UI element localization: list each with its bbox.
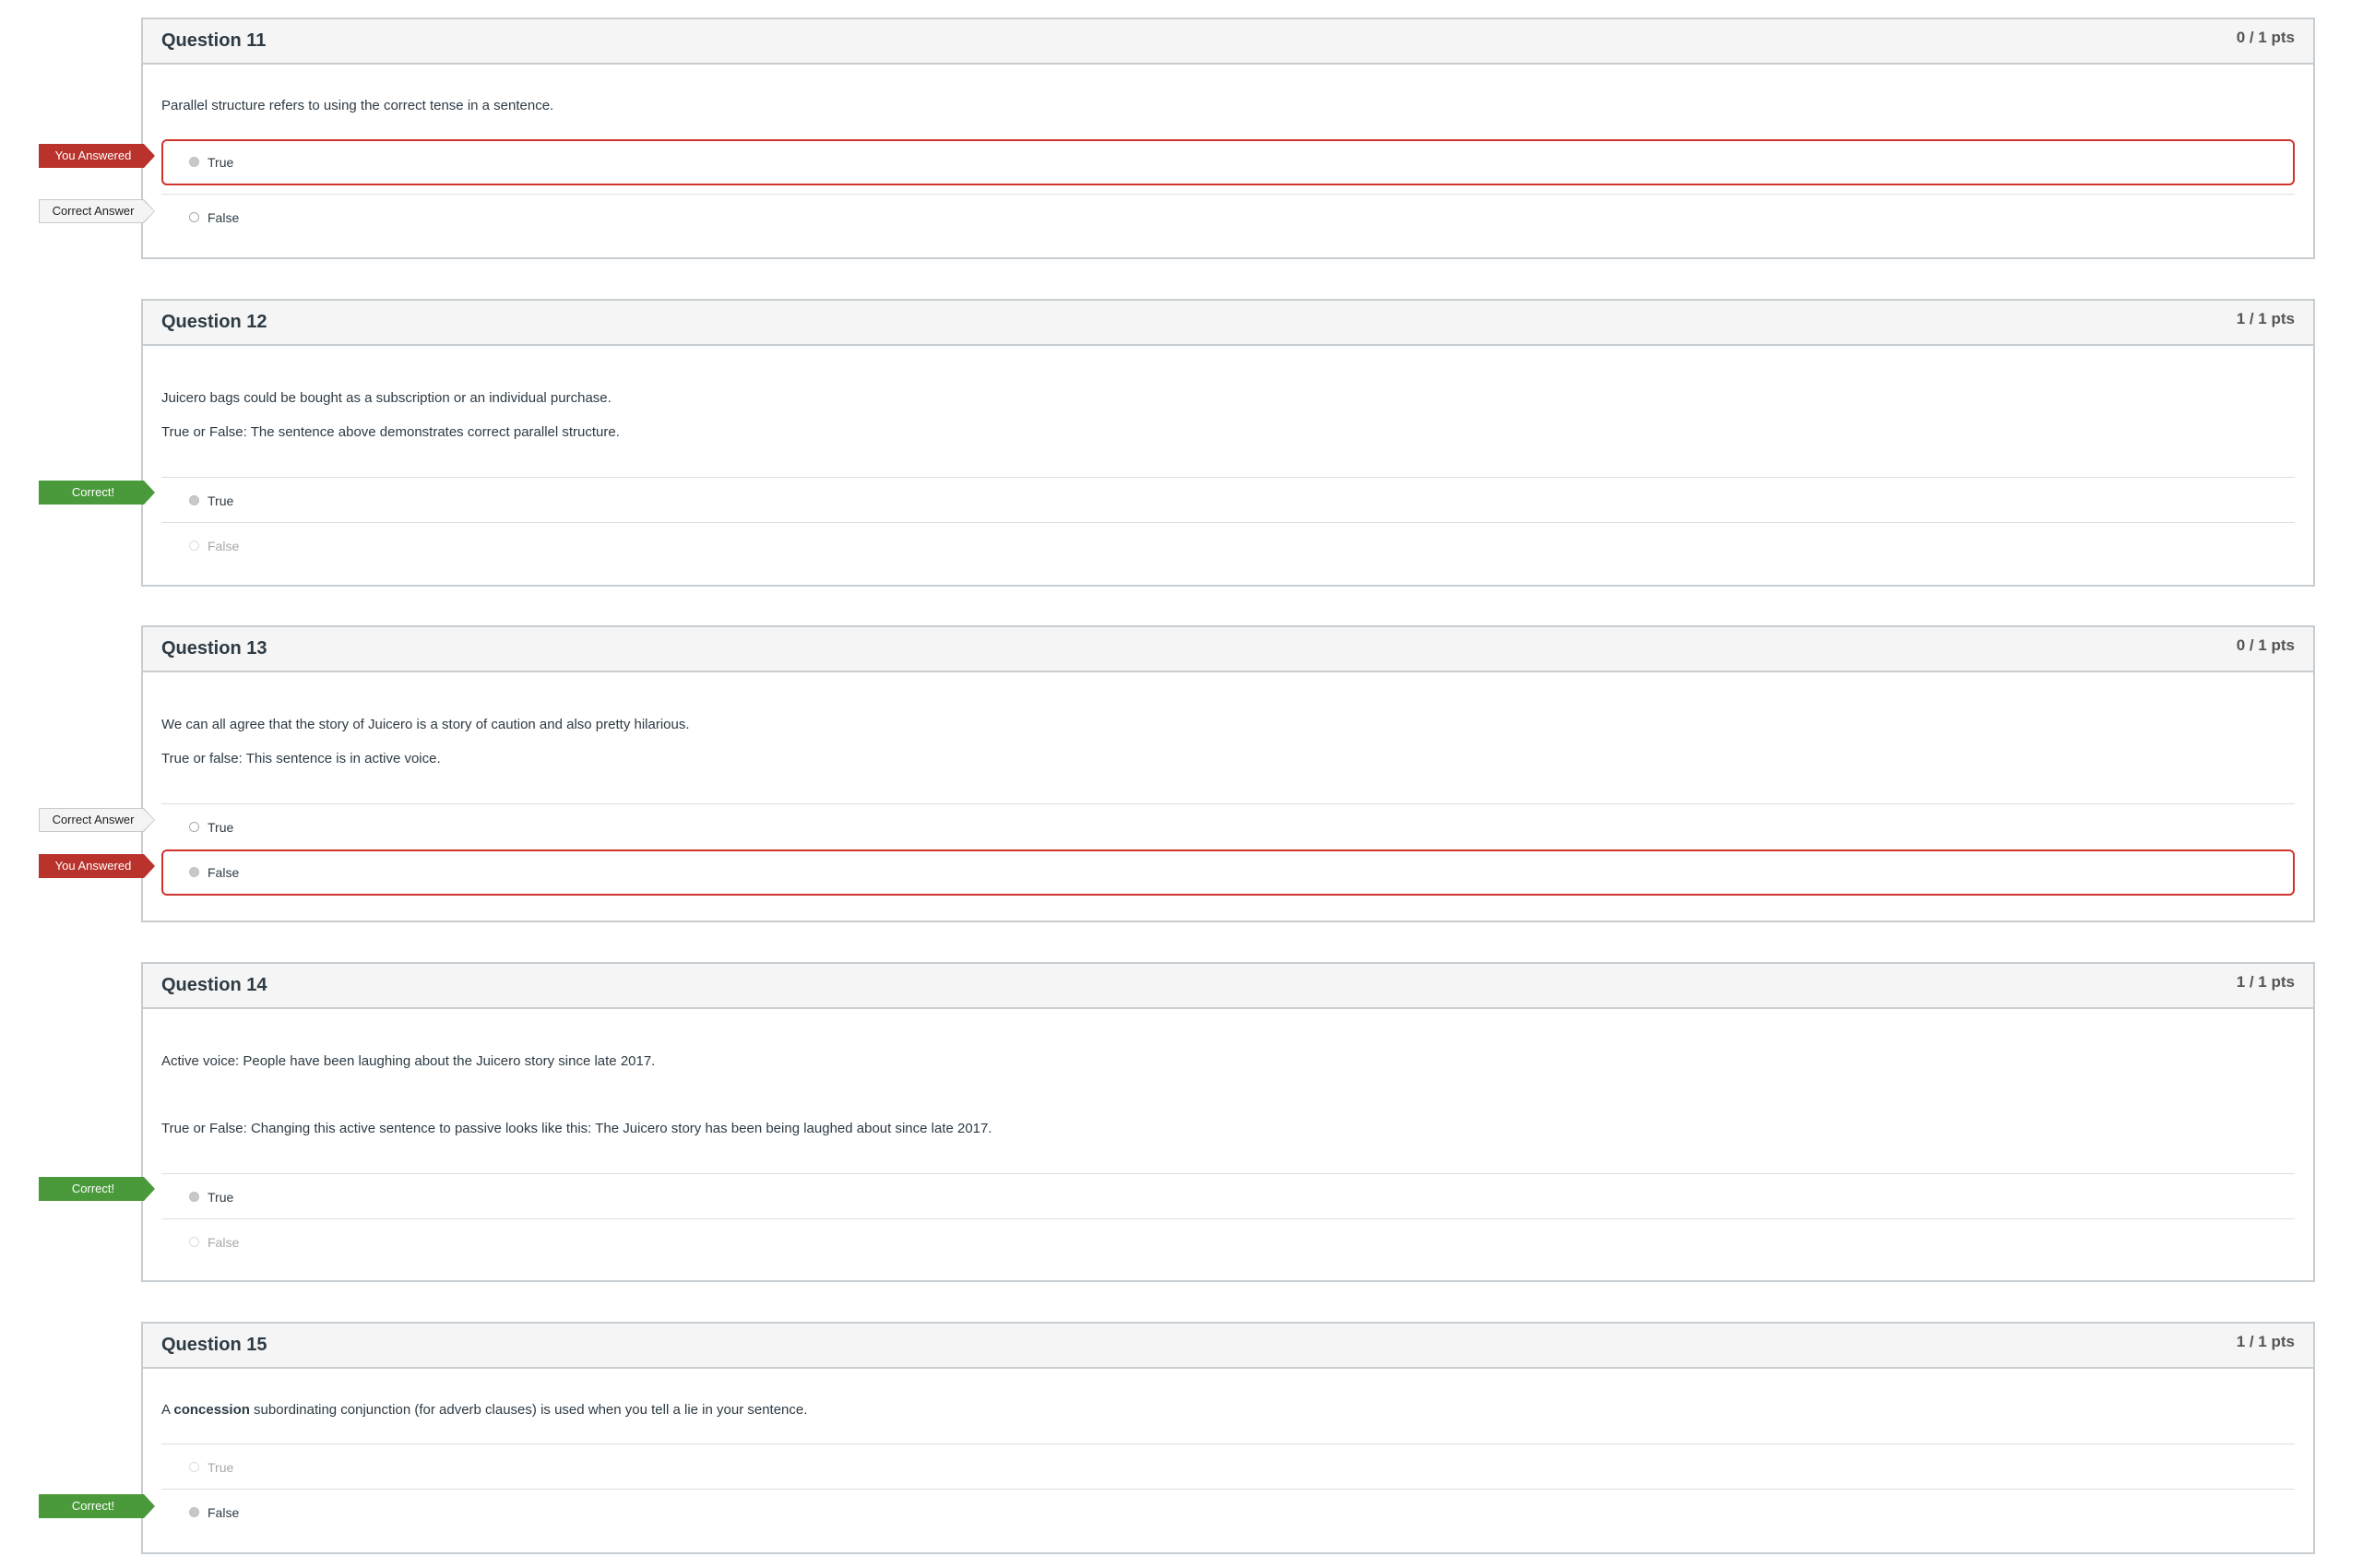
question-title: Question 15 [161, 1335, 267, 1355]
correct-answer-tag: Correct Answer [39, 808, 155, 832]
question-points: 1 / 1 pts [2236, 973, 2295, 991]
correct-tag: Correct! [39, 481, 155, 505]
radio-unselected-icon[interactable] [189, 540, 199, 551]
answer-option-true[interactable]: True [161, 1444, 2295, 1491]
answer-label: True [208, 1190, 234, 1205]
question-points: 1 / 1 pts [2236, 1333, 2295, 1350]
answer-label: True [208, 155, 234, 170]
question-header: Question 14 1 / 1 pts [143, 964, 2313, 1009]
question-text: True or False: The sentence above demons… [161, 424, 620, 440]
question-header: Question 15 1 / 1 pts [143, 1324, 2313, 1369]
question-text: True or False: Changing this active sent… [161, 1121, 992, 1136]
answer-label: False [208, 210, 240, 225]
emphasis-term: concession [173, 1402, 250, 1418]
radio-selected-icon[interactable] [189, 1192, 199, 1202]
question-title: Question 12 [161, 312, 267, 332]
answer-option-false[interactable]: False [161, 1490, 2295, 1536]
answer-option-true[interactable]: True [161, 804, 2295, 850]
answer-option-false[interactable]: False [161, 849, 2295, 896]
question-title: Question 11 [161, 30, 267, 51]
you-answered-tag: You Answered [39, 144, 155, 168]
question-12: Question 12 1 / 1 pts Juicero bags could… [141, 299, 2315, 587]
radio-selected-icon[interactable] [189, 1507, 199, 1517]
question-header: Question 13 0 / 1 pts [143, 627, 2313, 672]
question-title: Question 13 [161, 638, 267, 659]
you-answered-tag: You Answered [39, 854, 155, 878]
answer-option-false[interactable]: False [161, 195, 2295, 241]
answer-option-true[interactable]: True [161, 478, 2295, 524]
question-text: We can all agree that the story of Juice… [161, 717, 690, 732]
answer-label: False [208, 1505, 240, 1520]
answer-option-true[interactable]: True [161, 139, 2295, 185]
answer-label: True [208, 493, 234, 508]
radio-unselected-icon[interactable] [189, 1462, 199, 1472]
answer-option-false[interactable]: False [161, 523, 2295, 569]
radio-selected-icon[interactable] [189, 157, 199, 167]
correct-answer-tag: Correct Answer [39, 199, 155, 223]
answer-label: False [208, 539, 240, 553]
question-text: Juicero bags could be bought as a subscr… [161, 390, 612, 406]
question-text: Active voice: People have been laughing … [161, 1053, 656, 1069]
answer-label: False [208, 1235, 240, 1250]
radio-selected-icon[interactable] [189, 867, 199, 877]
question-header: Question 12 1 / 1 pts [143, 301, 2313, 346]
question-14: Question 14 1 / 1 pts Active voice: Peop… [141, 962, 2315, 1282]
answer-label: True [208, 1460, 234, 1475]
answer-option-false[interactable]: False [161, 1219, 2295, 1265]
question-15: Question 15 1 / 1 pts A concession subor… [141, 1322, 2315, 1554]
correct-tag: Correct! [39, 1177, 155, 1201]
answer-label: False [208, 865, 240, 880]
answer-option-true[interactable]: True [161, 1174, 2295, 1220]
question-header: Question 11 0 / 1 pts [143, 19, 2313, 65]
answer-label: True [208, 820, 234, 835]
question-points: 0 / 1 pts [2236, 636, 2295, 654]
question-points: 1 / 1 pts [2236, 310, 2295, 327]
question-text: Parallel structure refers to using the c… [161, 98, 554, 113]
question-11: Question 11 0 / 1 pts Parallel structure… [141, 18, 2315, 259]
question-title: Question 14 [161, 975, 267, 995]
question-text: True or false: This sentence is in activ… [161, 751, 441, 766]
radio-unselected-icon[interactable] [189, 212, 199, 222]
question-text: A concession subordinating conjunction (… [161, 1402, 808, 1418]
radio-selected-icon[interactable] [189, 495, 199, 505]
radio-unselected-icon[interactable] [189, 822, 199, 832]
correct-tag: Correct! [39, 1494, 155, 1518]
radio-unselected-icon[interactable] [189, 1237, 199, 1247]
question-points: 0 / 1 pts [2236, 29, 2295, 46]
question-13: Question 13 0 / 1 pts We can all agree t… [141, 625, 2315, 922]
